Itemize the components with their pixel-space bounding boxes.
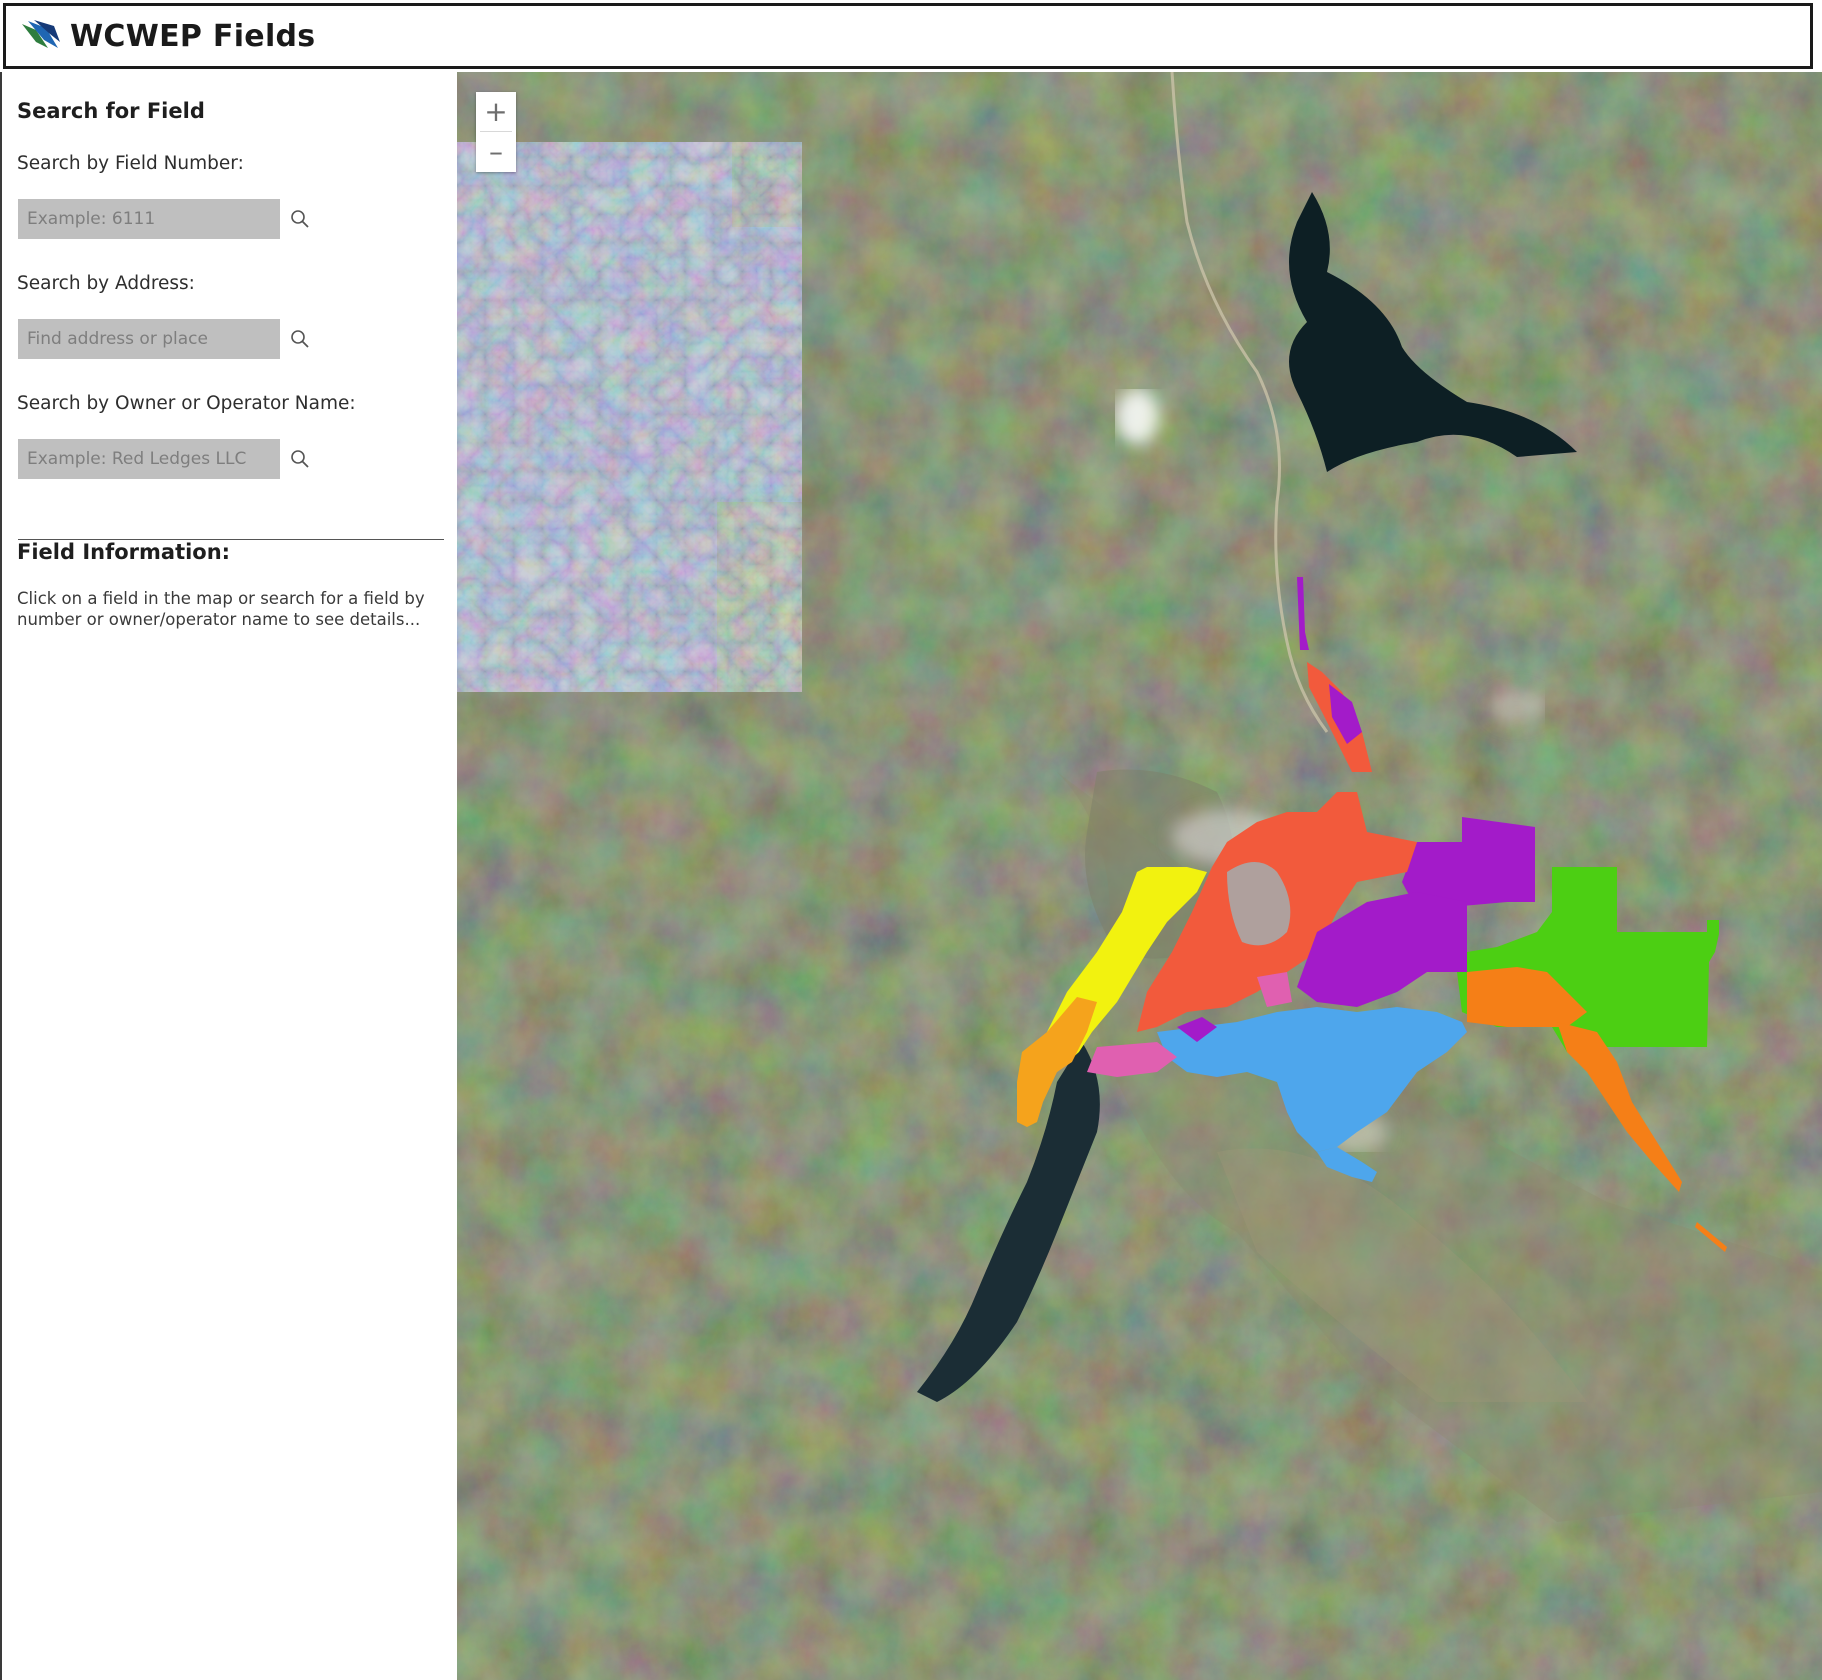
owner-input[interactable]: [18, 439, 280, 479]
search-icon: [291, 330, 309, 348]
app-header: WCWEP Fields: [3, 3, 1813, 69]
owner-label: Search by Owner or Operator Name:: [17, 393, 356, 414]
address-input[interactable]: [18, 319, 280, 359]
zoom-control: + –: [476, 92, 516, 172]
address-search-button[interactable]: [286, 319, 314, 359]
field-number-input[interactable]: [18, 199, 280, 239]
address-label: Search by Address:: [17, 273, 195, 294]
field-info-heading: Field Information:: [17, 540, 231, 564]
search-heading: Search for Field: [17, 99, 205, 123]
field-info-text: Click on a field in the map or search fo…: [17, 589, 425, 629]
owner-search-button[interactable]: [286, 439, 314, 479]
search-icon: [291, 210, 309, 228]
satellite-basemap[interactable]: [457, 72, 1822, 1680]
search-icon: [291, 450, 309, 468]
app-title: WCWEP Fields: [70, 18, 316, 54]
field-number-label: Search by Field Number:: [17, 153, 244, 174]
search-sidebar: Search for Field Search by Field Number:…: [0, 72, 457, 1680]
map-view[interactable]: + –: [457, 72, 1822, 1680]
wcwep-logo-icon: [22, 20, 60, 48]
zoom-out-button[interactable]: –: [476, 132, 516, 171]
field-number-search-button[interactable]: [286, 199, 314, 239]
zoom-in-button[interactable]: +: [476, 92, 516, 131]
